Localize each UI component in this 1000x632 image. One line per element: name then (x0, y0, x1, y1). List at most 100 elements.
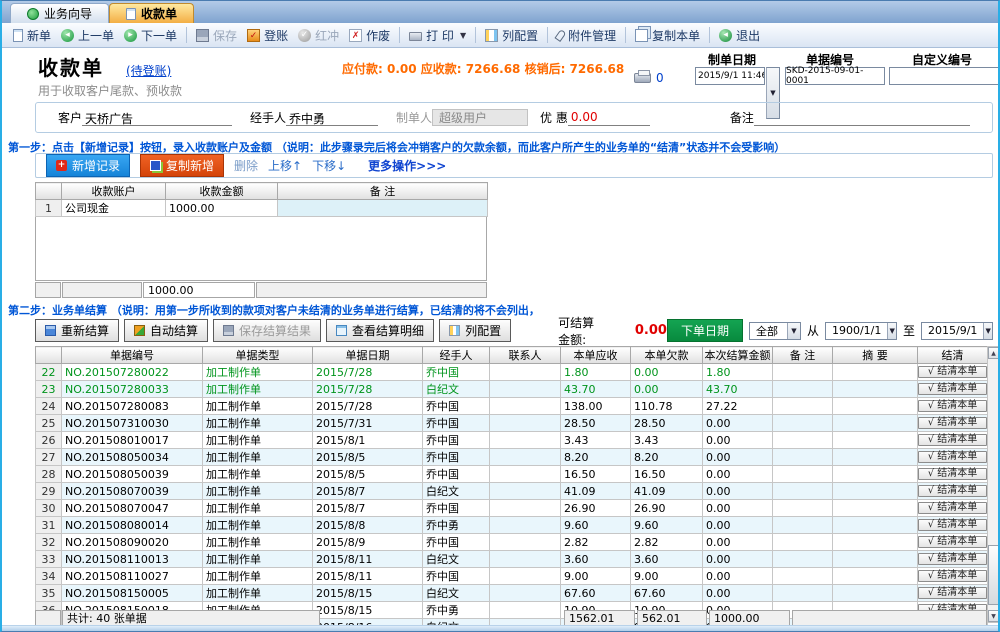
col-header-8[interactable]: 备 注 (773, 347, 833, 364)
table-row[interactable]: 29NO.201508070039加工制作单2015/8/7白纪文41.0941… (36, 483, 988, 500)
settle-doc-button[interactable]: √ 结清本单 (918, 519, 987, 531)
void-button[interactable]: ✗作废 (344, 25, 395, 46)
settle-doc-button[interactable]: √ 结清本单 (918, 570, 987, 582)
save-button[interactable]: 保存 (191, 25, 242, 46)
delete-row-link[interactable]: 删除 (234, 157, 258, 174)
table-row[interactable]: 22NO.201507280022加工制作单2015/7/28乔中国1.800.… (36, 364, 988, 381)
settle-doc-button[interactable]: √ 结清本单 (918, 536, 987, 548)
col-header-6[interactable]: 本单欠款 (631, 347, 703, 364)
col-header-2[interactable]: 单据日期 (313, 347, 423, 364)
prev-doc-button[interactable]: ◂上一单 (56, 25, 119, 46)
exit-button[interactable]: ◂退出 (714, 25, 765, 46)
cell-amount[interactable]: 1000.00 (166, 200, 278, 217)
col-header-3[interactable]: 经手人 (423, 347, 490, 364)
payment-row[interactable]: 1 公司现金 1000.00 (36, 200, 488, 217)
doc-code-field[interactable]: SKD-2015-09-01-0001 (785, 67, 885, 85)
table-row[interactable]: 23NO.201507280033加工制作单2015/7/28白纪文43.700… (36, 381, 988, 398)
amount-col-header[interactable]: 收款金额 (166, 183, 278, 200)
col-header-9[interactable]: 摘 要 (833, 347, 918, 364)
cell-contact (490, 449, 561, 466)
settle-doc-button[interactable]: √ 结清本单 (918, 417, 987, 429)
discount-field[interactable]: 0.00 (568, 110, 650, 126)
settle-doc-button[interactable]: √ 结清本单 (918, 553, 987, 565)
table-row[interactable]: 35NO.201508150005加工制作单2015/8/15白纪文67.606… (36, 585, 988, 602)
settle-doc-button[interactable]: √ 结清本单 (918, 485, 987, 497)
payment-grid: 收款账户 收款金额 备 注 1 公司现金 1000.00 (35, 182, 488, 281)
copy-add-button[interactable]: 复制新增 (140, 154, 224, 177)
table-row[interactable]: 25NO.201507310030加工制作单2015/7/31乔中国28.502… (36, 415, 988, 432)
from-date-select[interactable]: 1900/1/1▼ (825, 322, 897, 340)
tab-business-wizard[interactable]: 业务向导 (10, 3, 109, 23)
settle-doc-button[interactable]: √ 结清本单 (918, 587, 987, 599)
column-config-button[interactable]: 列配置 (480, 25, 543, 46)
cell-handler: 乔中国 (423, 500, 490, 517)
settle-doc-button[interactable]: √ 结清本单 (918, 366, 987, 378)
post-ledger-button[interactable]: ✓登账 (242, 25, 293, 46)
attachment-button[interactable]: 附件管理 (552, 25, 621, 46)
scroll-down-button[interactable]: ▼ (988, 610, 999, 622)
table-row[interactable]: 33NO.201508110013加工制作单2015/8/11白纪文3.603.… (36, 551, 988, 568)
cell-settle: √ 结清本单 (918, 432, 988, 449)
totals-label: 共计: 40 张单据 (62, 610, 320, 626)
customer-field[interactable]: 天桥广告 (82, 110, 232, 126)
table-row[interactable]: 32NO.201508090020加工制作单2015/8/9乔中国2.822.8… (36, 534, 988, 551)
settle-doc-button[interactable]: √ 结清本单 (918, 383, 987, 395)
table-row[interactable]: 24NO.201507280083加工制作单2015/7/28乔中国138.00… (36, 398, 988, 415)
col-header-0[interactable]: 单据编号 (62, 347, 203, 364)
col-header-7[interactable]: 本次结算金额 (703, 347, 773, 364)
settle-doc-button[interactable]: √ 结清本单 (918, 434, 987, 446)
scrollbar-thumb[interactable] (988, 545, 999, 605)
table-row[interactable]: 27NO.201508050034加工制作单2015/8/5乔中国8.208.2… (36, 449, 988, 466)
view-settle-detail-button[interactable]: 查看结算明细 (326, 319, 434, 342)
print-button[interactable]: 打 印▼ (404, 25, 471, 46)
col-header-1[interactable]: 单据类型 (203, 347, 313, 364)
move-up-link[interactable]: 上移↑ (268, 157, 302, 174)
account-col-header[interactable]: 收款账户 (62, 183, 166, 200)
settle-doc-button[interactable]: √ 结清本单 (918, 451, 987, 463)
to-date-caret[interactable]: ▼ (983, 323, 992, 339)
recalc-button[interactable]: 重新结算 (35, 319, 119, 342)
to-date-select[interactable]: 2015/9/1▼ (921, 322, 993, 340)
col-header-10[interactable]: 结清 (918, 347, 988, 364)
handler-field[interactable]: 乔中勇 (286, 110, 378, 126)
cell-remark[interactable] (278, 200, 488, 217)
grid-column-config-button[interactable]: 列配置 (439, 319, 511, 342)
col-header-5[interactable]: 本单应收 (561, 347, 631, 364)
cell-receivable: 8.20 (561, 449, 631, 466)
red-flush-button[interactable]: ✓红冲 (293, 25, 344, 46)
cell-summary (833, 415, 918, 432)
custom-code-input[interactable] (889, 67, 999, 85)
copy-doc-button[interactable]: 复制本单 (630, 25, 705, 46)
doc-date-combo[interactable]: 2015/9/1 11:46:48 (695, 67, 765, 85)
next-doc-button[interactable]: ▸下一单 (119, 25, 182, 46)
row-number: 28 (36, 466, 62, 483)
table-row[interactable]: 30NO.201508070047加工制作单2015/8/7乔中国26.9026… (36, 500, 988, 517)
table-row[interactable]: 26NO.201508010017加工制作单2015/8/1乔中国3.433.4… (36, 432, 988, 449)
more-actions-link[interactable]: 更多操作>>> (368, 157, 446, 174)
order-date-button[interactable]: 下单日期 (667, 319, 743, 342)
remark-field[interactable] (754, 110, 970, 126)
scroll-up-button[interactable]: ▲ (988, 347, 999, 359)
table-row[interactable]: 28NO.201508050039加工制作单2015/8/5乔中国16.5016… (36, 466, 988, 483)
settlement-table-wrap: 单据编号单据类型单据日期经手人联系人本单应收本单欠款本次结算金额备 注摘 要结清… (35, 346, 988, 632)
table-row[interactable]: 34NO.201508110027加工制作单2015/8/11乔中国9.009.… (36, 568, 988, 585)
from-date-caret[interactable]: ▼ (887, 323, 896, 339)
filter-dropdown-caret[interactable]: ▼ (787, 323, 800, 339)
cell-account[interactable]: 公司现金 (62, 200, 166, 217)
auto-settle-button[interactable]: 自动结算 (124, 319, 208, 342)
move-down-link[interactable]: 下移↓ (312, 157, 346, 174)
col-header-4[interactable]: 联系人 (490, 347, 561, 364)
print-count-widget[interactable]: 0 (634, 71, 664, 85)
settle-doc-button[interactable]: √ 结清本单 (918, 468, 987, 480)
save-settle-button[interactable]: 保存结算结果 (213, 319, 321, 342)
new-doc-button[interactable]: 新单 (8, 25, 56, 46)
settle-doc-button[interactable]: √ 结清本单 (918, 502, 987, 514)
status-link[interactable]: (待登账) (126, 62, 171, 79)
remark-col-header[interactable]: 备 注 (278, 183, 488, 200)
add-record-button[interactable]: + 新增记录 (46, 154, 130, 177)
table-scrollbar[interactable]: ▲ ▼ (987, 346, 1000, 623)
filter-select[interactable]: 全部▼ (749, 322, 801, 340)
settle-doc-button[interactable]: √ 结清本单 (918, 400, 987, 412)
table-row[interactable]: 31NO.201508080014加工制作单2015/8/8乔中勇9.609.6… (36, 517, 988, 534)
tab-receipt-form[interactable]: 收款单 (109, 3, 194, 23)
